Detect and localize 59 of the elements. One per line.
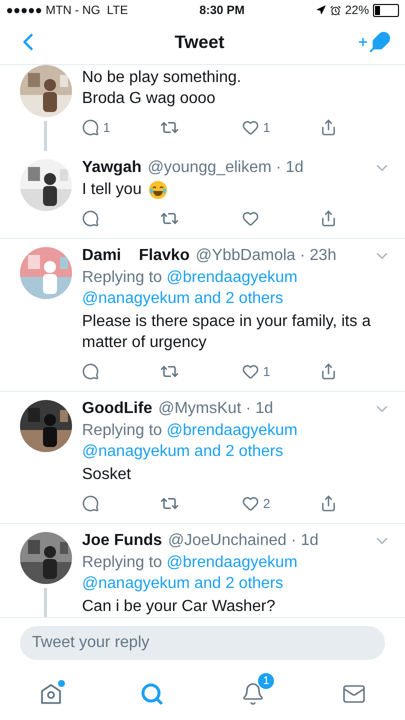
handle-and-time: @youngg_elikem · 1d <box>148 159 304 177</box>
share-icon <box>320 495 337 512</box>
notifications-tab[interactable]: 1 <box>232 673 274 715</box>
share-icon <box>320 363 337 380</box>
battery-icon <box>373 4 399 16</box>
like-count: 1 <box>263 364 270 379</box>
speech-bubble-icon <box>82 210 99 227</box>
notification-badge: 1 <box>258 673 274 689</box>
tweet-text: I tell you <box>82 180 142 200</box>
heart-icon <box>242 363 259 380</box>
heart-icon <box>242 495 259 512</box>
page-title: Tweet <box>174 32 224 52</box>
alarm-clock-icon <box>330 4 341 16</box>
tweet-text: No be play something. Broda G wag oooo <box>82 68 242 109</box>
battery-percent: 22% <box>344 3 369 17</box>
replying-to-text: Replying to @brendaagyekum @nanagyekum and 2 others <box>82 553 298 594</box>
like-button[interactable]: 2 <box>242 494 320 513</box>
like-count: 2 <box>263 496 270 511</box>
bell-icon <box>241 682 266 706</box>
like-button[interactable]: 1 <box>242 118 320 137</box>
location-arrow-icon <box>316 5 326 15</box>
heart-icon <box>242 119 259 136</box>
envelope-icon <box>342 682 366 706</box>
search-icon <box>140 682 164 706</box>
share-icon <box>320 210 337 227</box>
tweet-text: Please is there space in your family, its a matter of urgency <box>82 312 372 353</box>
speech-bubble-icon <box>82 119 99 136</box>
speech-bubble-icon <box>82 495 99 512</box>
handle-and-time: @YbbDamola · 23h <box>196 247 336 265</box>
share-icon <box>320 119 337 136</box>
feather-icon <box>369 31 391 53</box>
handle-and-time: @JoeUnchained · 1d <box>168 532 319 550</box>
replying-to-text: Replying to @brendaagyekum @nanagyekum and 2 others <box>82 421 298 462</box>
speech-bubble-icon <box>82 363 99 380</box>
reply-button[interactable]: 1 <box>82 118 160 137</box>
mention-link[interactable]: @nanagyekum and 2 others <box>82 290 284 307</box>
user-name: GoodLife <box>82 400 152 418</box>
mention-link[interactable]: @nanagyekum and 2 others <box>82 443 284 460</box>
tweet-text: Sosket <box>82 465 131 485</box>
user-name: Yawgah <box>82 159 142 177</box>
clock-text: 8:30 PM <box>199 3 245 17</box>
like-button[interactable]: 1 <box>242 362 320 381</box>
user-name: Joe Funds <box>82 532 162 550</box>
heart-icon <box>242 210 259 227</box>
reply-count: 1 <box>103 120 110 135</box>
handle-and-time: @MymsKut · 1d <box>158 400 274 418</box>
mention-link[interactable]: @brendaagyekum <box>166 422 298 439</box>
tweet-text: Can i be your Car Washer? <box>82 597 276 617</box>
like-count: 1 <box>263 120 270 135</box>
carrier-text: ●●●●● MTN - NG LTE <box>6 3 128 17</box>
user-name: Dami Flavko <box>82 247 190 265</box>
mention-link[interactable]: @brendaagyekum <box>166 554 298 571</box>
mention-link[interactable]: @nanagyekum and 2 others <box>82 575 284 592</box>
reply-field[interactable]: Tweet your reply <box>20 626 385 660</box>
plus-icon <box>357 36 369 48</box>
house-icon <box>38 682 63 706</box>
replying-to-text: Replying to @brendaagyekum @nanagyekum and 2 others <box>82 268 298 309</box>
compose-button[interactable] <box>357 31 391 53</box>
mention-link[interactable]: @brendaagyekum <box>166 269 298 286</box>
